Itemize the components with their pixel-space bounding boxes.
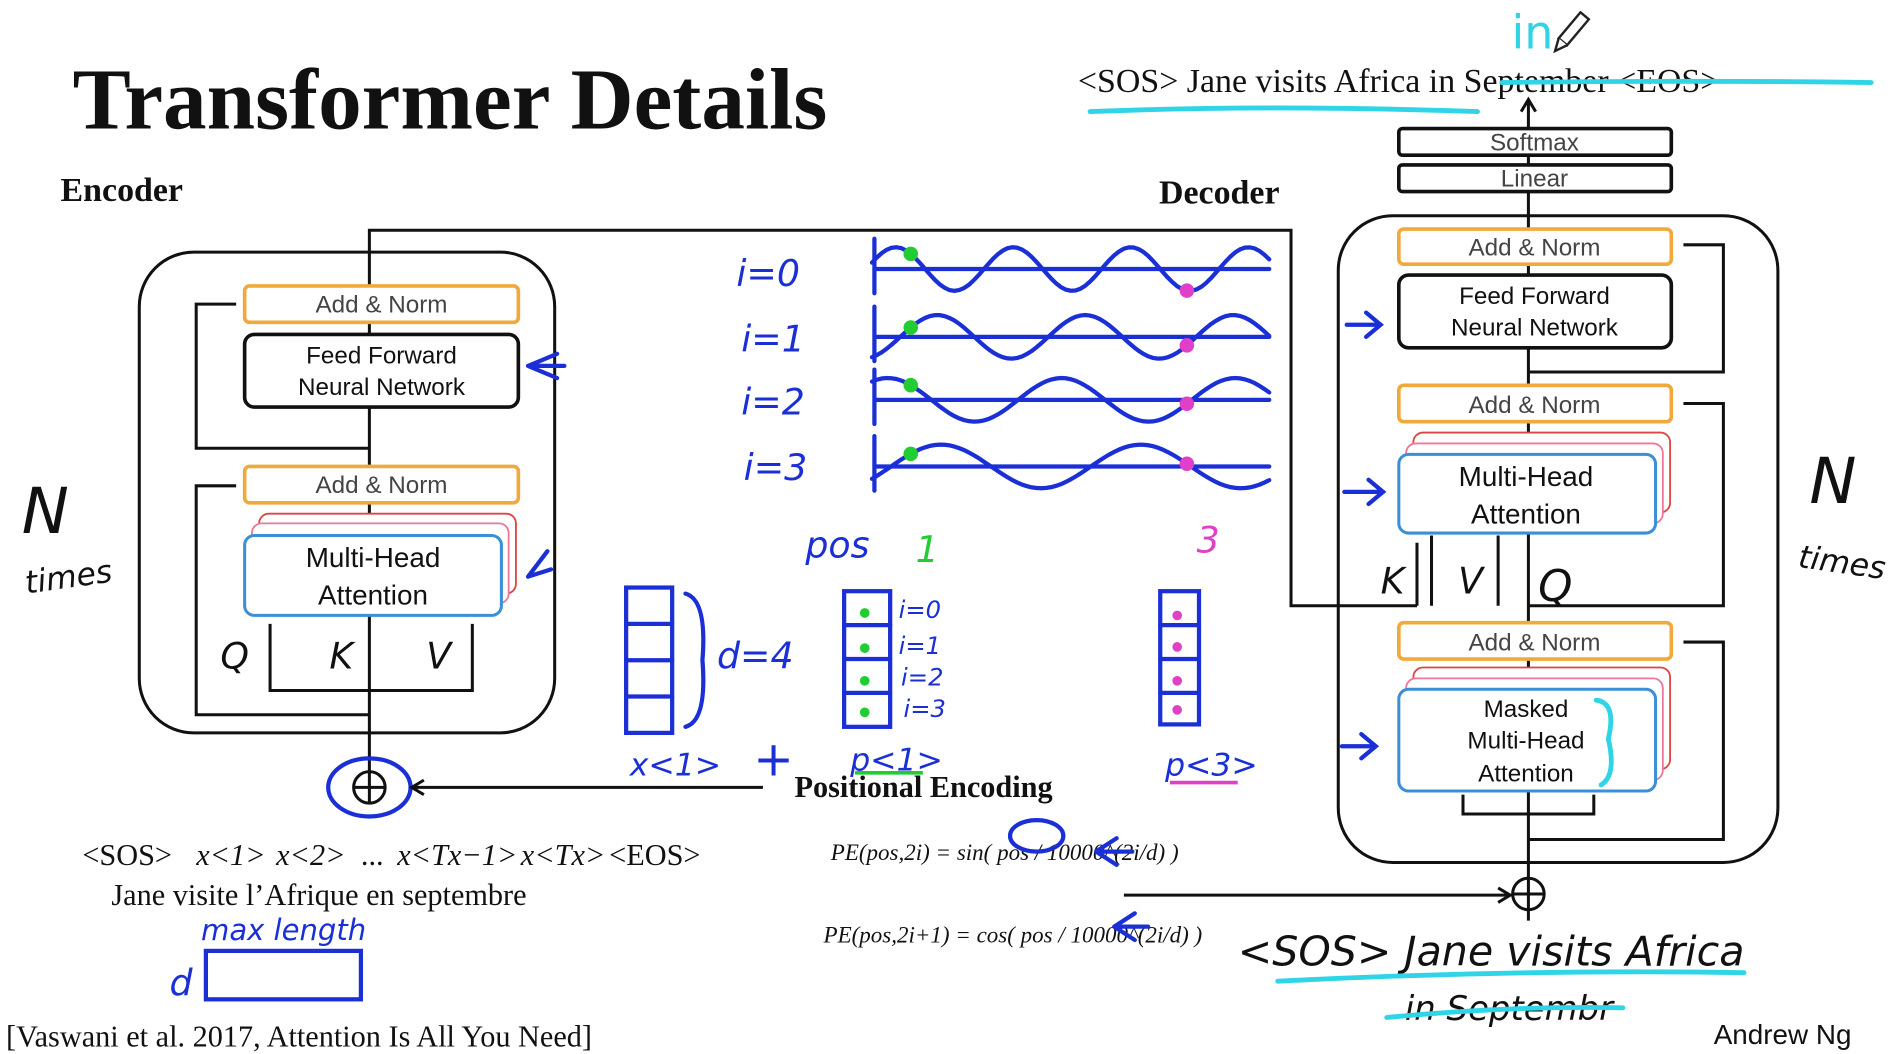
input-token: x<1> — [195, 838, 265, 872]
p3-label: p<3> — [1164, 747, 1258, 783]
encoder-heading: Encoder — [61, 172, 183, 209]
decoder-add-norm-label: Add & Norm — [1469, 392, 1601, 419]
encoder-v-label: V — [426, 635, 453, 678]
d-label: d — [170, 962, 194, 1005]
p1-row-label: i=0 — [899, 596, 941, 624]
wave-dot — [1179, 283, 1195, 298]
encoder-add-norm-bottom-label: Add & Norm — [316, 472, 448, 499]
decoder-masked-label: Masked — [1484, 696, 1569, 723]
decoder-q-label: Q — [1538, 562, 1572, 612]
decoder-v-label: V — [1458, 560, 1485, 603]
decoder-linear-label: Linear — [1501, 166, 1568, 193]
author: Andrew Ng — [1714, 1019, 1852, 1050]
p1-row-label: i=2 — [901, 664, 943, 692]
decoder-masked-label-2: Multi-Head — [1467, 728, 1584, 755]
decoder-n-label: N — [1809, 445, 1856, 518]
add-circle-icon — [1511, 876, 1546, 912]
decoder-ffn-label: Feed Forward — [1459, 283, 1610, 310]
decoder-masked-label-3: Attention — [1478, 760, 1574, 787]
wave-label: i=1 — [741, 317, 805, 360]
slide: Transformer Details <SOS> Jane visits Af… — [0, 0, 1899, 1054]
plus-label: + — [753, 731, 794, 787]
input-token: x<2> — [275, 838, 345, 872]
d-equals-4-label: d=4 — [717, 635, 794, 678]
wave-dot — [903, 320, 919, 335]
wave-label: i=3 — [744, 446, 808, 489]
strike-through — [1499, 78, 1874, 85]
decoder-mha-label-2: Attention — [1471, 498, 1581, 529]
decoder-heading: Decoder — [1159, 175, 1279, 212]
input-token: ... — [361, 838, 384, 872]
wave-dot — [903, 246, 919, 262]
decoder-k-label: K — [1381, 560, 1408, 603]
input-sentence: Jane visite l’Afrique en septembre — [111, 878, 526, 912]
citation: [Vaswani et al. 2017, Attention Is All Y… — [6, 1020, 592, 1054]
handwritten-in: in — [1511, 6, 1553, 60]
encoder-k-label: K — [329, 635, 356, 678]
p1-row-label: i=3 — [903, 695, 945, 723]
encoder-mha-label-2: Attention — [318, 580, 428, 611]
max-length-label: max length — [201, 913, 366, 947]
pos-value-3: 3 — [1197, 518, 1220, 561]
wave-label: i=2 — [741, 380, 805, 423]
wave-label: i=0 — [736, 252, 800, 295]
encoder-ffn-label: Feed Forward — [306, 343, 457, 370]
wave-dot — [903, 446, 919, 462]
x1-label: x<1> — [629, 747, 721, 783]
wave-dot — [1179, 338, 1195, 353]
wave-dot — [1179, 456, 1195, 472]
input-token: <EOS> — [609, 838, 700, 872]
encoder-n-label: N — [22, 475, 69, 548]
positional-encoding-heading: Positional Encoding — [794, 770, 1052, 804]
p1-row-label: i=1 — [899, 632, 941, 660]
encoder-ffn-label-2: Neural Network — [298, 374, 466, 401]
input-token: <SOS> — [82, 838, 172, 872]
encoder-q-label: Q — [220, 635, 249, 678]
encoder-add-norm-top-label: Add & Norm — [316, 292, 448, 319]
input-token: x<Tx> — [520, 838, 606, 872]
encoder-mha-label: Multi-Head — [306, 542, 441, 573]
input-token: x<Tx−1> — [396, 838, 517, 872]
handwritten-decoder-input: <SOS> Jane visits Africa — [1238, 927, 1745, 975]
pos-value-1: 1 — [916, 528, 939, 571]
decoder-ffn-label-2: Neural Network — [1451, 315, 1619, 342]
page-title: Transformer Details — [73, 51, 828, 148]
wave-dot — [1179, 396, 1195, 411]
decoder-add-norm-label: Add & Norm — [1469, 630, 1601, 657]
decoder-mha-label: Multi-Head — [1459, 461, 1594, 492]
decoder-softmax-label: Softmax — [1490, 129, 1579, 156]
wave-dot — [903, 377, 919, 393]
pos-label: pos — [804, 523, 869, 566]
decoder-add-norm-label: Add & Norm — [1469, 235, 1601, 262]
